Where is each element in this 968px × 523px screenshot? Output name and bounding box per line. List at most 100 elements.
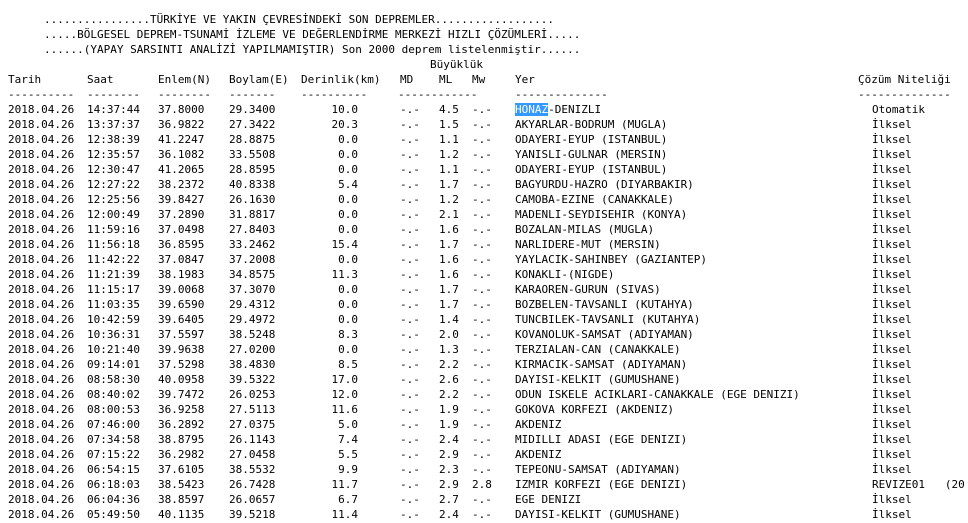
cell-time: 06:18:03 [87, 478, 140, 491]
cell-depth: 5.5 [338, 448, 358, 461]
cell-mw: -.- [472, 298, 492, 311]
cell-ml: 2.7 [439, 493, 459, 506]
cell-ml: 1.4 [439, 313, 459, 326]
cell-time: 10:21:40 [87, 343, 140, 356]
cell-solution-quality: İlksel [872, 433, 912, 446]
cell-location: KARAOREN-GURUN (SIVAS) [515, 282, 661, 297]
cell-depth: 5.0 [338, 418, 358, 431]
cell-time: 12:00:49 [87, 208, 140, 221]
table-row: 2018.04.26 11:59:16 37.0498 27.8403 0.0 -.- 1.… [0, 222, 968, 237]
cell-mw: -.- [472, 403, 492, 416]
cell-mw: -.- [472, 328, 492, 341]
table-row: 2018.04.26 12:25:56 39.8427 26.1630 0.0 -.- 1.… [0, 192, 968, 207]
cell-md: -.- [400, 268, 420, 281]
cell-latitude: 38.1983 [158, 268, 205, 281]
cell-latitude: 36.9258 [158, 403, 205, 416]
cell-md: -.- [400, 403, 420, 416]
cell-mw: -.- [472, 103, 492, 116]
cell-location: MADENLI-SEYDISEHIR (KONYA) [515, 207, 687, 222]
title-line: ................TÜRKİYE VE YAKIN ÇEVRESİ… [44, 13, 554, 26]
cell-date: 2018.04.26 [8, 388, 75, 401]
selected-text-highlight[interactable]: HONAZ [515, 103, 549, 116]
cell-ml: 1.7 [439, 298, 459, 311]
cell-date: 2018.04.26 [8, 178, 75, 191]
magnitude-group-header: Büyüklük [430, 58, 483, 71]
location-text: AKDENIZ [515, 448, 562, 461]
cell-latitude: 36.2982 [158, 448, 205, 461]
table-row: 2018.04.26 12:00:49 37.2890 31.8817 0.0 -.- 2.… [0, 207, 968, 222]
cell-longitude: 26.0657 [229, 493, 276, 506]
cell-time: 07:46:00 [87, 418, 140, 431]
cell-solution-quality: İlksel [872, 208, 912, 221]
col-solution-header: Çözüm Niteliği [858, 73, 951, 86]
cell-date: 2018.04.26 [8, 193, 75, 206]
cell-latitude: 37.2890 [158, 208, 205, 221]
cell-date: 2018.04.26 [8, 508, 75, 521]
location-text: KARAOREN-GURUN (SIVAS) [515, 283, 661, 296]
cell-latitude: 37.0847 [158, 253, 205, 266]
separator: ------- [229, 88, 276, 101]
table-row: 2018.04.26 11:21:39 38.1983 34.8575 11.3 -.- 1… [0, 267, 968, 282]
cell-location: BAGYURDU-HAZRO (DIYARBAKIR) [515, 177, 694, 192]
cell-longitude: 27.5113 [229, 403, 276, 416]
cell-time: 12:30:47 [87, 163, 140, 176]
cell-md: -.- [400, 238, 420, 251]
separator: ---------- [8, 88, 75, 101]
cell-time: 12:35:57 [87, 148, 140, 161]
cell-location: HONAZ-DENIZLI [515, 102, 601, 117]
location-text: TEPEONU-SAMSAT (ADIYAMAN) [515, 463, 681, 476]
cell-depth: 0.0 [338, 283, 358, 296]
cell-longitude: 29.4312 [229, 298, 276, 311]
cell-time: 10:42:59 [87, 313, 140, 326]
cell-location: AKDENIZ [515, 417, 561, 432]
cell-solution-quality: İlksel [872, 508, 912, 521]
cell-longitude: 31.8817 [229, 208, 276, 221]
cell-date: 2018.04.26 [8, 313, 75, 326]
cell-md: -.- [400, 358, 420, 371]
cell-time: 10:36:31 [87, 328, 140, 341]
cell-latitude: 39.6590 [158, 298, 205, 311]
cell-location: BOZALAN-MILAS (MUGLA) [515, 222, 654, 237]
cell-md: -.- [400, 388, 420, 401]
cell-latitude: 39.8427 [158, 193, 205, 206]
table-row: 2018.04.26 06:18:03 38.5423 26.7428 11.7 -.- 2… [0, 477, 968, 492]
cell-location: DAYISI-KELKIT (GUMUSHANE) [515, 372, 681, 387]
cell-depth: 0.0 [338, 298, 358, 311]
separator: -------------- [515, 88, 608, 101]
cell-ml: 1.2 [439, 193, 459, 206]
cell-longitude: 40.8338 [229, 178, 276, 191]
cell-md: -.- [400, 253, 420, 266]
cell-mw: -.- [472, 283, 492, 296]
cell-time: 12:27:22 [87, 178, 140, 191]
cell-solution-quality: İlksel [872, 343, 912, 356]
cell-date: 2018.04.26 [8, 133, 75, 146]
cell-mw: -.- [472, 223, 492, 236]
location-text: NARLIDERE-MUT (MERSIN) [515, 238, 661, 251]
location-text: AKDENIZ [515, 418, 562, 431]
cell-latitude: 37.8000 [158, 103, 205, 116]
cell-solution-quality: İlksel [872, 193, 912, 206]
cell-mw: -.- [472, 133, 492, 146]
cell-location: ODAYERI-EYUP (ISTANBUL) [515, 132, 667, 147]
col-ml-header: ML [439, 73, 453, 86]
cell-latitude: 39.6405 [158, 313, 205, 326]
cell-depth: 20.3 [331, 118, 359, 131]
cell-longitude: 26.1143 [229, 433, 276, 446]
cell-md: -.- [400, 313, 420, 326]
cell-ml: 4.5 [439, 103, 459, 116]
cell-ml: 1.6 [439, 253, 459, 266]
cell-solution-quality: İlksel [872, 313, 912, 326]
cell-location: CAMOBA-EZINE (CANAKKALE) [515, 192, 674, 207]
cell-solution-quality: İlksel [872, 178, 912, 191]
location-text: BOZBELEN-TAVSANLI (KUTAHYA) [515, 298, 694, 311]
location-text: DAYISI-KELKIT (GUMUSHANE) [515, 373, 681, 386]
cell-md: -.- [400, 478, 420, 491]
cell-time: 11:03:35 [87, 298, 140, 311]
cell-latitude: 39.7472 [158, 388, 205, 401]
cell-longitude: 37.2008 [229, 253, 276, 266]
cell-md: -.- [400, 343, 420, 356]
location-text: IZMIR KORFEZI (EGE DENIZI) [515, 478, 688, 491]
cell-depth: 11.3 [331, 268, 359, 281]
cell-mw: -.- [472, 373, 492, 386]
cell-longitude: 33.2462 [229, 238, 276, 251]
